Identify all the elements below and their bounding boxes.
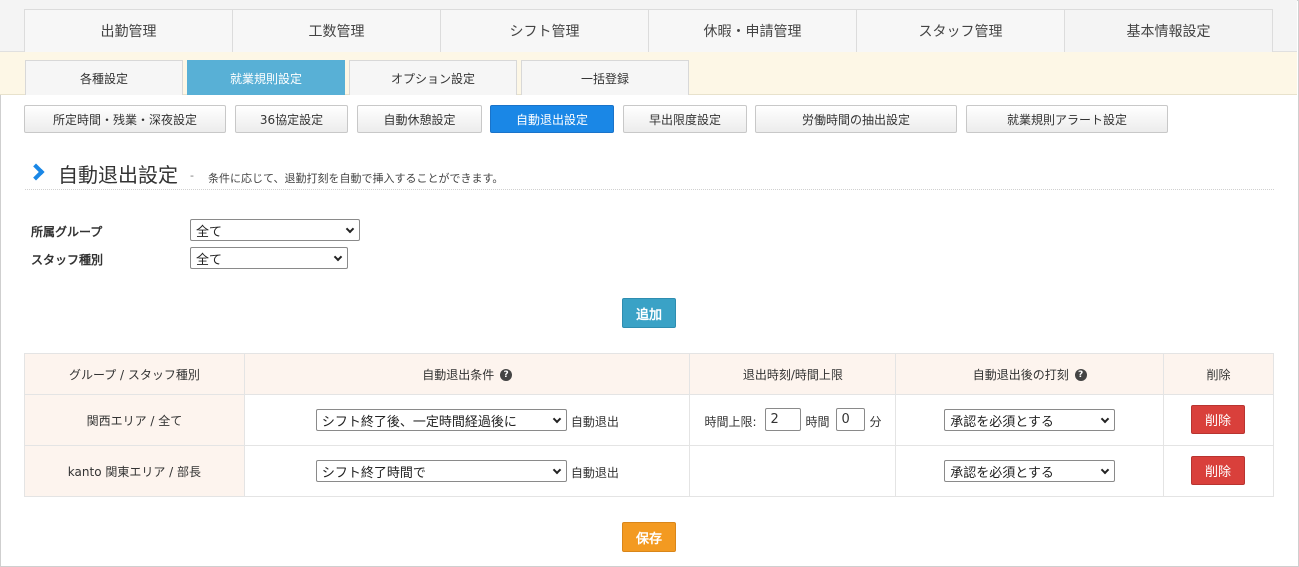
rule-btn-rule-alert[interactable]: 就業規則アラート設定 — [966, 105, 1168, 133]
row-condition-cell: シフト終了時間で 自動退出 — [243, 445, 691, 497]
group-filter-label: 所属グループ — [31, 225, 103, 239]
top-nav: 出勤管理 工数管理 シフト管理 休暇・申請管理 スタッフ管理 基本情報設定 — [0, 0, 1297, 52]
row-after-cell: 承認を必須とする — [895, 445, 1165, 497]
sub-nav: 各種設定 就業規則設定 オプション設定 一括登録 — [0, 52, 1297, 95]
table-header-row: グループ / スタッフ種別 自動退出条件 ? 退出時刻/時間上限 自動退出後の打… — [24, 353, 1274, 395]
rule-btn-scheduled-time[interactable]: 所定時間・残業・深夜設定 — [24, 105, 226, 133]
delete-button[interactable]: 削除 — [1191, 456, 1246, 485]
staff-type-filter-label: スタッフ種別 — [31, 253, 104, 267]
condition-suffix: 自動退出 — [570, 466, 619, 480]
rule-btn-early-limit[interactable]: 早出限度設定 — [623, 105, 747, 133]
row-condition-cell: シフト終了後、一定時間経過後に 自動退出 — [243, 394, 691, 446]
row-after-cell: 承認を必須とする — [895, 394, 1165, 446]
tab-shift[interactable]: シフト管理 — [440, 9, 649, 52]
subtab-bulk-register[interactable]: 一括登録 — [521, 60, 689, 95]
question-circle-icon[interactable]: ? — [1074, 369, 1087, 381]
after-exit-select[interactable]: 承認を必須とする — [944, 409, 1116, 431]
time-limit-label: 時間上限: — [704, 415, 757, 429]
title-separator: - — [190, 169, 194, 182]
after-exit-value: 承認を必須とする — [950, 465, 1054, 481]
chevron-down-icon — [333, 252, 343, 262]
add-button[interactable]: 追加 — [622, 298, 676, 328]
row-time-cell: 時間上限: 2 時間 0 分 — [689, 394, 897, 446]
rule-btn-work-time-extract[interactable]: 労働時間の抽出設定 — [755, 105, 957, 133]
auto-exit-table: グループ / スタッフ種別 自動退出条件 ? 退出時刻/時間上限 自動退出後の打… — [24, 353, 1274, 497]
hours-unit: 時間 — [805, 415, 830, 429]
header-group-label: グループ / スタッフ種別 — [68, 367, 200, 382]
group-filter-select[interactable]: 全て — [190, 219, 360, 241]
minutes-input[interactable]: 0 — [836, 408, 866, 431]
rule-btn-36-agreement[interactable]: 36協定設定 — [235, 105, 348, 133]
staff-type-filter-value: 全て — [196, 252, 223, 268]
condition-select[interactable]: シフト終了時間で — [315, 460, 567, 482]
tab-staff[interactable]: スタッフ管理 — [856, 9, 1065, 52]
header-condition: 自動退出条件 ? — [243, 353, 691, 395]
page-subtitle: 条件に応じて、退勤打刻を自動で挿入することができます。 — [208, 172, 504, 185]
chevron-down-icon — [552, 465, 562, 475]
tab-man-hours[interactable]: 工数管理 — [232, 9, 441, 52]
row-time-cell — [689, 445, 897, 497]
chevron-down-icon — [1101, 465, 1110, 475]
row-group-label: kanto 関東エリア / 部長 — [67, 464, 202, 479]
after-exit-value: 承認を必須とする — [950, 414, 1054, 430]
header-time: 退出時刻/時間上限 — [689, 353, 897, 395]
header-time-label: 退出時刻/時間上限 — [742, 367, 843, 382]
condition-value: シフト終了後、一定時間経過後に — [321, 414, 517, 430]
chevron-down-icon — [552, 414, 562, 424]
chevron-right-icon — [27, 163, 45, 181]
header-delete: 削除 — [1163, 353, 1274, 395]
header-condition-label: 自動退出条件 — [422, 367, 495, 382]
header-delete-label: 削除 — [1206, 367, 1231, 382]
row-delete-cell: 削除 — [1163, 394, 1274, 446]
table-row: kanto 関東エリア / 部長 シフト終了時間で 自動退出 承認を必須とする … — [24, 445, 1274, 497]
section-heading: 自動退出設定 - 条件に応じて、退勤打刻を自動で挿入することができます。 — [25, 158, 1274, 190]
save-button[interactable]: 保存 — [622, 522, 676, 552]
row-group-label: 関西エリア / 全て — [86, 413, 183, 428]
tab-attendance[interactable]: 出勤管理 — [24, 9, 233, 52]
group-filter-value: 全て — [196, 224, 223, 240]
hours-input[interactable]: 2 — [765, 408, 802, 431]
header-group: グループ / スタッフ種別 — [24, 353, 245, 395]
row-group-cell: kanto 関東エリア / 部長 — [24, 445, 245, 497]
tab-basic-settings[interactable]: 基本情報設定 — [1064, 9, 1273, 52]
condition-value: シフト終了時間で — [321, 465, 426, 481]
delete-button[interactable]: 削除 — [1191, 405, 1246, 434]
page-title: 自動退出設定 — [58, 163, 178, 187]
header-after: 自動退出後の打刻 ? — [895, 353, 1165, 395]
tab-leave-requests[interactable]: 休暇・申請管理 — [648, 9, 857, 52]
minutes-unit: 分 — [869, 415, 882, 429]
staff-type-filter-select[interactable]: 全て — [190, 247, 348, 269]
condition-suffix: 自動退出 — [570, 415, 619, 429]
after-exit-select[interactable]: 承認を必須とする — [944, 460, 1116, 482]
question-circle-icon[interactable]: ? — [500, 369, 513, 381]
row-delete-cell: 削除 — [1163, 445, 1274, 497]
header-after-label: 自動退出後の打刻 — [972, 367, 1069, 382]
rule-btn-auto-break[interactable]: 自動休憩設定 — [357, 105, 482, 133]
chevron-down-icon — [345, 224, 355, 234]
row-group-cell: 関西エリア / 全て — [24, 394, 245, 446]
table-row: 関西エリア / 全て シフト終了後、一定時間経過後に 自動退出 時間上限: 2 … — [24, 394, 1274, 446]
rule-btn-auto-exit[interactable]: 自動退出設定 — [490, 105, 614, 133]
subtab-work-rules[interactable]: 就業規則設定 — [187, 60, 345, 95]
subtab-general[interactable]: 各種設定 — [25, 60, 183, 95]
subtab-options[interactable]: オプション設定 — [349, 60, 517, 95]
condition-select[interactable]: シフト終了後、一定時間経過後に — [315, 409, 567, 431]
chevron-down-icon — [1101, 414, 1110, 424]
